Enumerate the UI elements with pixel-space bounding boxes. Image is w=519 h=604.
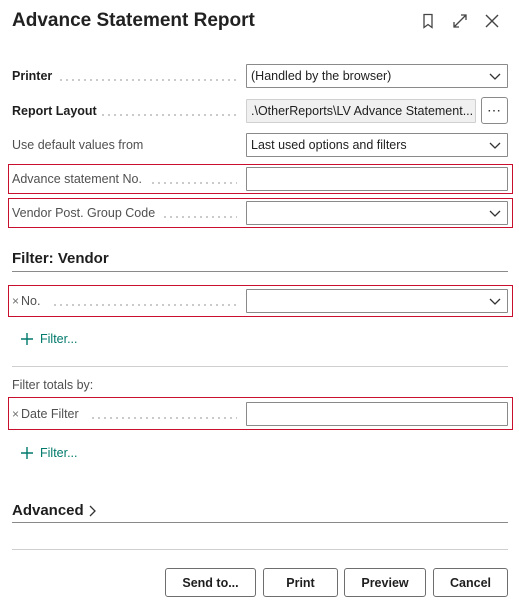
printer-label: Printer — [12, 69, 53, 83]
date-filter-input[interactable] — [246, 402, 508, 426]
plus-icon — [21, 333, 33, 345]
advance-no-label: Advance statement No. — [12, 172, 142, 186]
vendor-post-group-select[interactable] — [246, 201, 508, 225]
dialog-title: Advance Statement Report — [12, 10, 255, 31]
advanced-toggle[interactable]: Advanced — [12, 502, 98, 519]
cancel-button[interactable]: Cancel — [433, 568, 508, 597]
leader-dots — [52, 304, 237, 306]
report-layout-lookup-button[interactable]: ⋯ — [481, 97, 508, 124]
chevron-down-icon — [489, 142, 501, 149]
use-default-value: Last used options and filters — [251, 138, 407, 152]
printer-value: (Handled by the browser) — [251, 69, 392, 83]
add-vendor-filter-label: Filter... — [40, 332, 78, 346]
date-filter-label-wrap: × Date Filter — [12, 400, 79, 428]
section-divider — [12, 271, 508, 272]
chevron-down-icon — [489, 210, 501, 217]
section-divider — [12, 522, 508, 523]
print-button[interactable]: Print — [263, 568, 338, 597]
use-default-label: Use default values from — [12, 138, 144, 152]
printer-select[interactable]: (Handled by the browser) — [246, 64, 508, 88]
report-layout-value: .\OtherReports\LV Advance Statement... — [251, 104, 474, 118]
send-to-button[interactable]: Send to... — [165, 568, 256, 597]
report-layout-label: Report Layout — [12, 104, 97, 118]
advance-no-input[interactable] — [246, 167, 508, 191]
printer-row: Printer (Handled by the browser) — [0, 62, 519, 90]
remove-filter-icon[interactable]: × — [12, 407, 19, 421]
section-divider — [12, 366, 508, 367]
footer-divider — [12, 549, 508, 550]
add-totals-filter-label: Filter... — [40, 446, 78, 460]
advanced-label: Advanced — [12, 502, 84, 519]
filter-vendor-heading: Filter: Vendor — [12, 250, 109, 267]
advance-no-row: Advance statement No. — [0, 165, 519, 193]
date-filter-row: × Date Filter — [0, 400, 519, 428]
vendor-no-select[interactable] — [246, 289, 508, 313]
remove-filter-icon[interactable]: × — [12, 294, 19, 308]
leader-dots — [100, 114, 237, 116]
vendor-no-label-wrap: × No. — [12, 287, 40, 315]
close-icon[interactable] — [483, 12, 501, 30]
bookmark-icon[interactable] — [419, 12, 437, 30]
leader-dots — [150, 182, 237, 184]
vendor-no-row: × No. — [0, 287, 519, 315]
report-layout-field[interactable]: .\OtherReports\LV Advance Statement... — [246, 99, 476, 123]
chevron-right-icon — [89, 505, 96, 516]
filter-totals-heading: Filter totals by: — [12, 378, 94, 392]
add-totals-filter-link[interactable]: Filter... — [20, 446, 78, 460]
expand-icon[interactable] — [451, 12, 469, 30]
date-filter-label: Date Filter — [21, 407, 79, 421]
chevron-down-icon — [489, 73, 501, 80]
use-default-row: Use default values from Last used option… — [0, 131, 519, 159]
use-default-select[interactable]: Last used options and filters — [246, 133, 508, 157]
leader-dots — [90, 417, 237, 419]
vendor-post-group-row: Vendor Post. Group Code — [0, 199, 519, 227]
preview-button[interactable]: Preview — [344, 568, 426, 597]
report-layout-row: Report Layout .\OtherReports\LV Advance … — [0, 97, 519, 125]
vendor-post-group-label: Vendor Post. Group Code — [12, 206, 156, 220]
chevron-down-icon — [489, 298, 501, 305]
plus-icon — [21, 447, 33, 459]
vendor-no-label: No. — [21, 294, 41, 308]
leader-dots — [162, 216, 237, 218]
leader-dots — [58, 79, 237, 81]
add-vendor-filter-link[interactable]: Filter... — [20, 332, 78, 346]
